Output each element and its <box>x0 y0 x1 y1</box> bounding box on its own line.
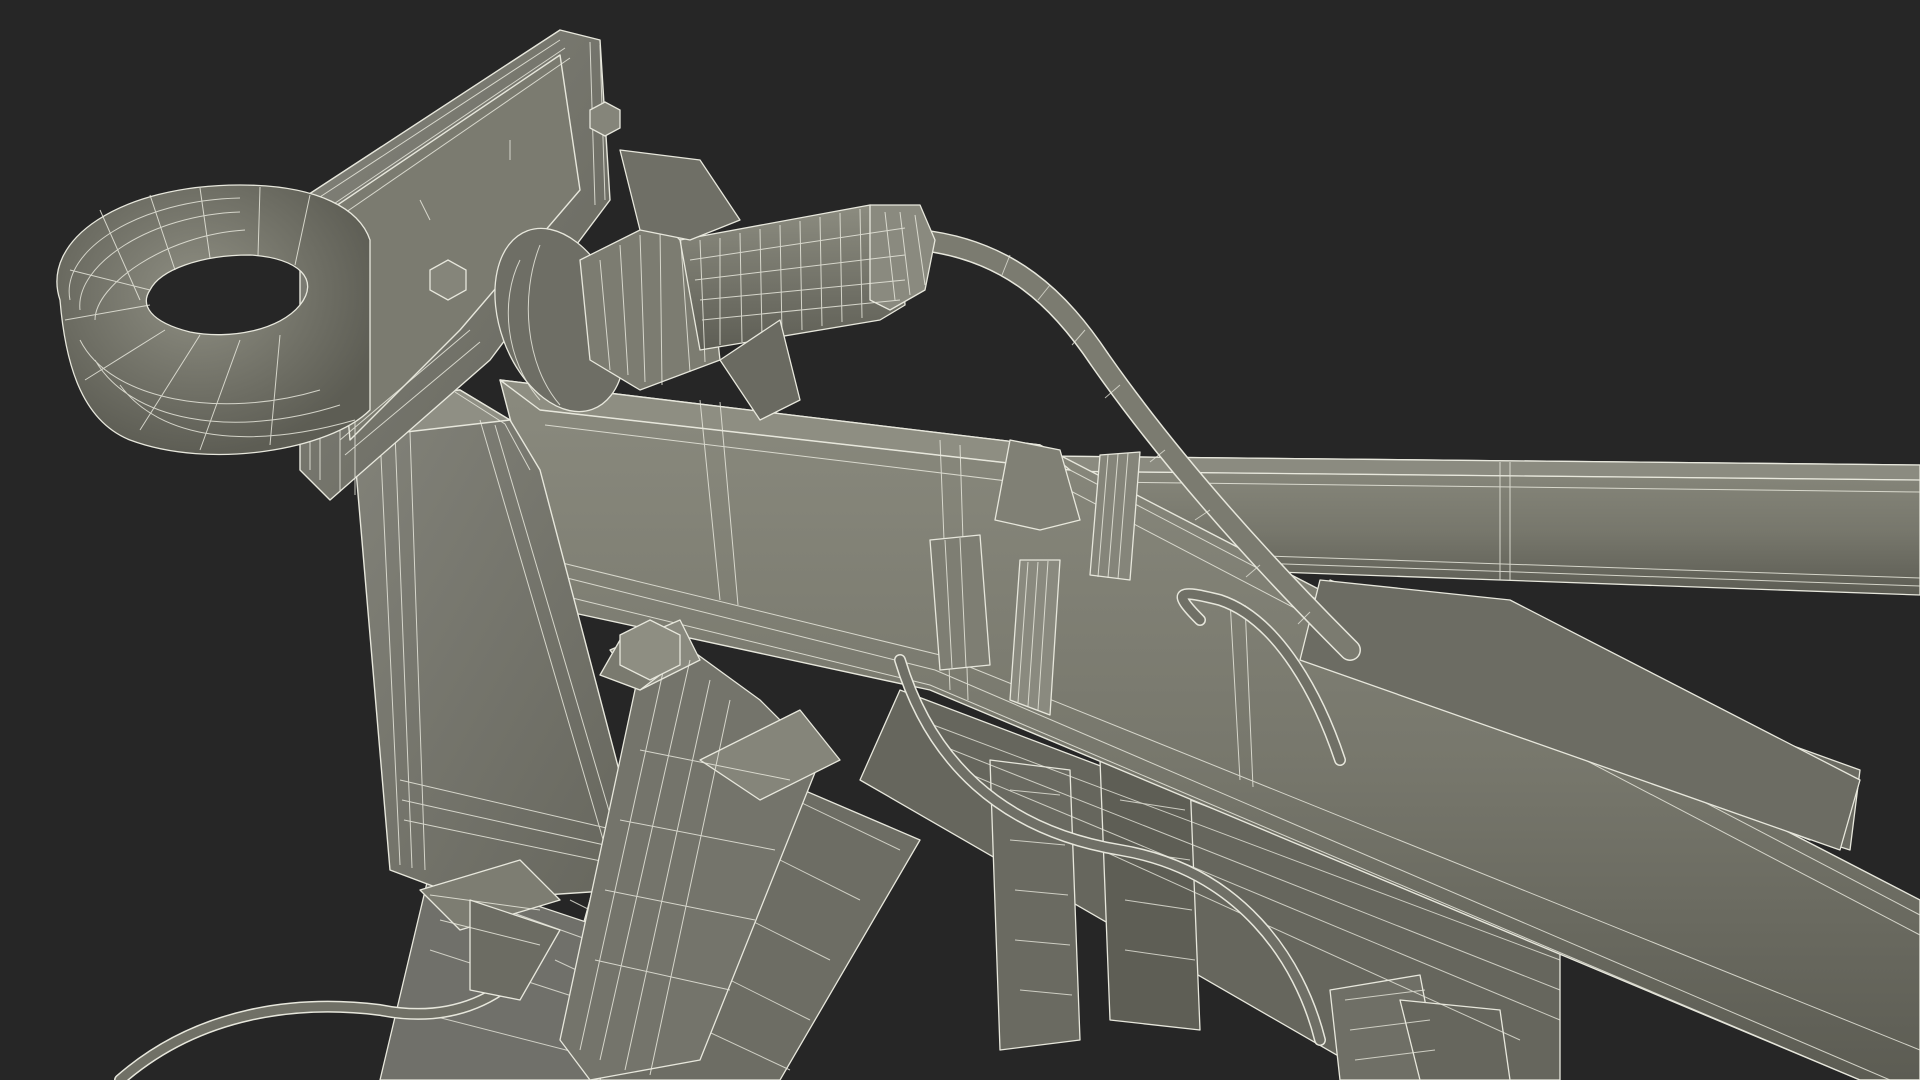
wireframe-render <box>0 0 1920 1080</box>
render-viewport <box>0 0 1920 1080</box>
